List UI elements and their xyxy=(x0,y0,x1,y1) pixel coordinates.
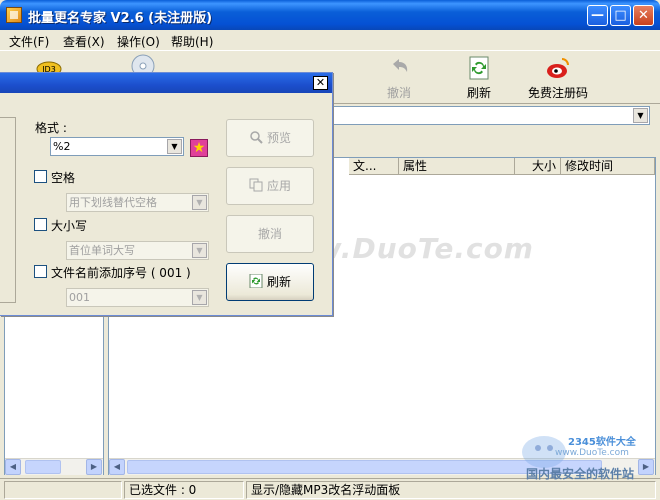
case-label: 大小写 xyxy=(51,219,88,233)
status-panel-toggle[interactable]: 显示/隐藏MP3改名浮动面板 xyxy=(246,481,656,499)
chevron-down-icon[interactable]: ▼ xyxy=(192,195,207,210)
chevron-down-icon[interactable]: ▼ xyxy=(167,139,182,154)
star-icon[interactable]: ★ xyxy=(190,139,208,157)
toolbar-refresh-label: 刷新 xyxy=(466,86,491,100)
maximize-button[interactable]: □ xyxy=(610,5,631,26)
space-label: 空格 xyxy=(51,171,76,185)
logo-watermark-slogan: 国内最安全的软件站 xyxy=(526,467,635,481)
toolbar-register-button[interactable]: 免费注册码 xyxy=(528,55,588,101)
seq-option-value: 001 xyxy=(69,291,90,304)
path-combo[interactable]: ▼ xyxy=(330,106,650,125)
format-label: 格式 : xyxy=(35,121,67,135)
preview-button-label: 预览 xyxy=(266,131,291,145)
menubar: 文件(F) 查看(X) 操作(O) 帮助(H) xyxy=(0,30,660,50)
mp3-rename-panel: ✕ 格式 : %2 ▼ ★ 空格 用下划线替代空格 ▼ 大小写 首位单词大写 ▼… xyxy=(0,72,333,316)
space-option-value: 用下划线替代空格 xyxy=(69,196,157,209)
panel-refresh-button-label: 刷新 xyxy=(266,275,291,289)
toolbar-undo-button[interactable]: 撤消 xyxy=(386,55,412,101)
chevron-down-icon[interactable]: ▼ xyxy=(633,108,648,123)
apply-button[interactable]: 应用 xyxy=(226,167,314,205)
copy-icon xyxy=(249,178,263,192)
logo-watermark-url: www.DuoTe.com xyxy=(555,448,629,458)
seq-label: 文件名前添加序号 ( 001 ) xyxy=(51,266,191,280)
menu-file[interactable]: 文件(F) xyxy=(9,33,49,50)
refresh-icon xyxy=(249,274,263,288)
panel-left-group xyxy=(0,117,16,303)
toolbar-register-label: 免费注册码 xyxy=(528,86,589,100)
toolbar-refresh-button[interactable]: 刷新 xyxy=(466,55,492,101)
scroll-right-icon[interactable]: ▶ xyxy=(86,459,102,475)
app-icon xyxy=(6,7,22,23)
undo-icon xyxy=(393,59,408,72)
preview-button[interactable]: 预览 xyxy=(226,119,314,157)
scroll-left-icon[interactable]: ◀ xyxy=(109,459,125,475)
format-value: %2 xyxy=(53,140,71,153)
panel-undo-button[interactable]: 撤消 xyxy=(226,215,314,253)
menu-help[interactable]: 帮助(H) xyxy=(171,33,213,50)
scroll-left-icon[interactable]: ◀ xyxy=(5,459,21,475)
minimize-button[interactable]: — xyxy=(587,5,608,26)
apply-button-label: 应用 xyxy=(266,179,291,193)
menu-view[interactable]: 查看(X) xyxy=(63,33,105,50)
status-cell-empty xyxy=(4,481,122,499)
weibo-icon xyxy=(547,58,569,78)
close-button[interactable]: ✕ xyxy=(633,5,654,26)
magnifier-icon xyxy=(250,131,263,144)
panel-undo-button-label: 撤消 xyxy=(257,227,282,241)
window-titlebar[interactable]: 批量更名专家 V2.6 (未注册版) — □ ✕ xyxy=(0,0,660,30)
menu-operate[interactable]: 操作(O) xyxy=(117,33,160,50)
chevron-down-icon[interactable]: ▼ xyxy=(192,290,207,305)
tree-hscrollbar[interactable]: ◀ ▶ xyxy=(5,458,103,475)
status-selected-files: 已选文件 : 0 xyxy=(124,481,244,499)
seq-option-combo[interactable]: 001 ▼ xyxy=(66,288,209,307)
toolbar-undo-label: 撤消 xyxy=(386,86,411,100)
column-header-name[interactable]: 文... xyxy=(349,158,399,175)
case-option-combo[interactable]: 首位单词大写 ▼ xyxy=(66,241,209,260)
space-option-combo[interactable]: 用下划线替代空格 ▼ xyxy=(66,193,209,212)
format-combo[interactable]: %2 ▼ xyxy=(50,137,184,156)
space-checkbox[interactable] xyxy=(34,170,47,183)
seq-checkbox[interactable] xyxy=(34,265,47,278)
scroll-thumb[interactable] xyxy=(25,460,61,474)
column-header-size[interactable]: 大小 xyxy=(515,158,561,175)
column-header-attr[interactable]: 属性 xyxy=(399,158,515,175)
case-checkbox[interactable] xyxy=(34,218,47,231)
panel-close-button[interactable]: ✕ xyxy=(313,76,328,90)
chevron-down-icon[interactable]: ▼ xyxy=(192,243,207,258)
column-header-mtime[interactable]: 修改时间 xyxy=(561,158,655,175)
panel-titlebar[interactable]: ✕ xyxy=(0,73,332,93)
case-option-value: 首位单词大写 xyxy=(69,244,135,257)
panel-refresh-button[interactable]: 刷新 xyxy=(226,263,314,301)
refresh-icon xyxy=(469,56,489,80)
window-title: 批量更名专家 V2.6 (未注册版) xyxy=(28,11,213,26)
logo-watermark-title: 2345软件大全 xyxy=(568,437,636,448)
